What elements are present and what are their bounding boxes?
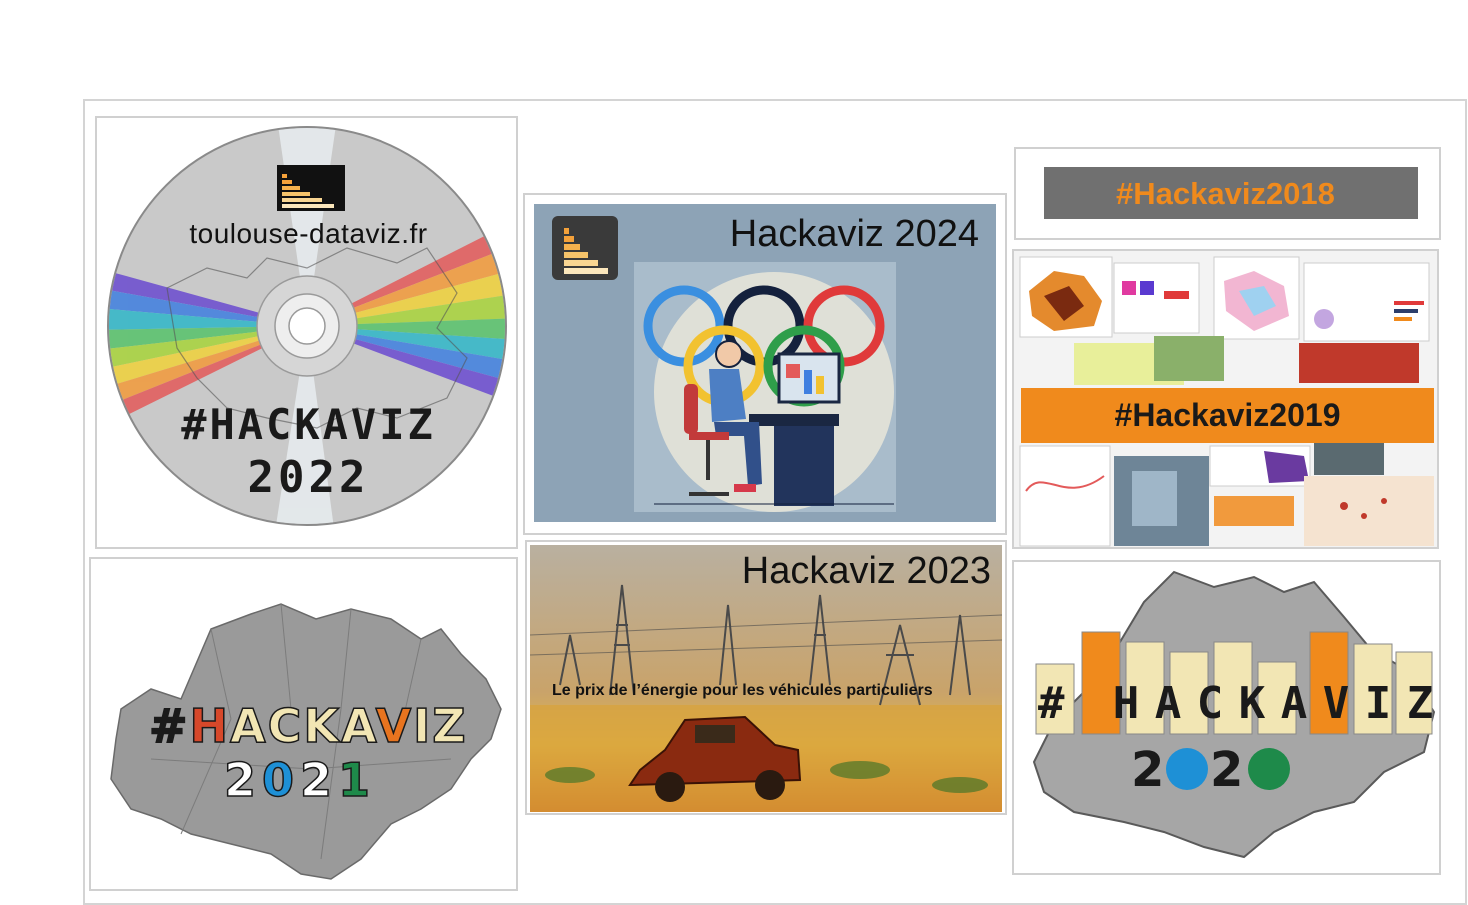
tile-hackaviz-2022[interactable]: toulouse-dataviz.fr #HACKAVIZ 2022 <box>95 116 518 549</box>
hackaviz-letter: C <box>1196 678 1224 729</box>
hackaviz-2018-label: #Hackaviz2018 <box>1116 176 1335 211</box>
year-digit-second: 2 <box>1210 742 1244 798</box>
hackaviz-letter: A <box>1280 678 1308 729</box>
hackaviz-letter: I <box>412 698 433 754</box>
bar-chart-logo-icon <box>552 216 618 280</box>
hackaviz-2019-label: #Hackaviz2019 <box>1114 397 1341 433</box>
hackaviz-letter: A <box>340 698 376 754</box>
site-url: toulouse-dataviz.fr <box>189 218 428 249</box>
year-digit: 2 <box>299 752 339 808</box>
tile-hackaviz-2021[interactable]: #HACKAVIZ 2021 <box>89 557 518 891</box>
year-digit: 0 <box>261 752 301 808</box>
hackaviz-letter: I <box>1364 678 1392 729</box>
hackaviz-letter: A <box>1154 678 1182 729</box>
tile-hackaviz-2019[interactable]: #Hackaviz2019 <box>1012 249 1439 549</box>
hackaviz-letter: H <box>189 698 231 754</box>
year-digit: 1 <box>337 752 377 808</box>
hackaviz-2020-word: # HACKAVIZ <box>1038 678 1438 729</box>
hash-char: # <box>148 698 190 754</box>
hackaviz-letter: Z <box>432 698 468 754</box>
hackaviz-letter: A <box>229 698 268 754</box>
hash-char: # <box>1038 678 1065 729</box>
hackaviz-2021-year: 2021 <box>223 752 377 808</box>
tile-2023-subtitle: Le prix de l’énergie pour les véhicules … <box>552 682 933 699</box>
hackaviz-letter: K <box>1238 678 1266 729</box>
tile-2023-title: Hackaviz 2023 <box>741 550 991 592</box>
tile-hackaviz-2020[interactable]: # HACKAVIZ 2 2 <box>1012 560 1441 875</box>
hackaviz-letters: HACKAVIZ <box>1108 678 1438 729</box>
hashtag-label: #HACKAVIZ <box>181 400 436 449</box>
hackaviz-letters: HACKAVIZ <box>189 698 468 754</box>
bar-chart-logo-icon <box>277 165 345 211</box>
year-digit: 2 <box>223 752 263 808</box>
year-digit-first: 2 <box>1131 742 1165 798</box>
hackaviz-letter: Z <box>1406 678 1434 729</box>
hackaviz-letter: V <box>375 698 414 754</box>
tile-hackaviz-2024[interactable]: Hackaviz 2024 <box>523 193 1007 535</box>
hackaviz-letter: K <box>303 698 342 754</box>
hackaviz-letter: C <box>267 698 304 754</box>
hackaviz-letter: V <box>1322 678 1350 729</box>
year-label: 2022 <box>247 452 370 503</box>
hackaviz-2021-word: #HACKAVIZ <box>148 698 468 754</box>
tile-hackaviz-2023[interactable]: Hackaviz 2023 Le prix de l’énergie pour … <box>525 540 1007 815</box>
tile-hackaviz-2018[interactable]: #Hackaviz2018 <box>1014 147 1441 240</box>
hackaviz-letter: H <box>1112 678 1140 729</box>
tile-2024-title: Hackaviz 2024 <box>729 213 979 255</box>
